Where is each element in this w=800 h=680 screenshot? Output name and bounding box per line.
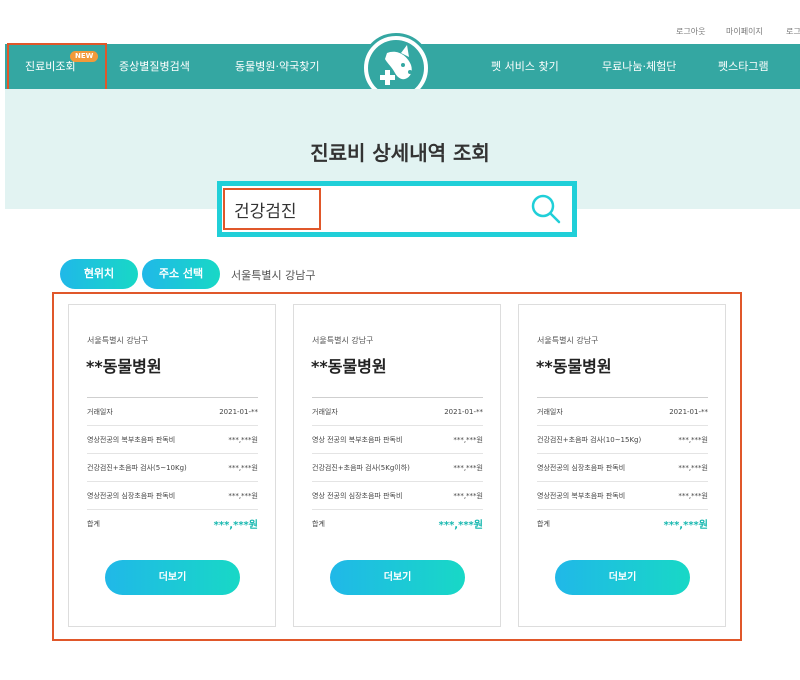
total-row: 합계 ***,***원 [312, 510, 483, 538]
nav-item-symptom-search[interactable]: 증상별질병검색 [119, 44, 190, 89]
row-value: ***,***원 [205, 481, 258, 510]
table-row: 거래일자 2021-01-** [312, 397, 483, 426]
total-value: ***,***원 [213, 520, 258, 532]
row-value: ***,***원 [656, 425, 708, 454]
hospital-name: **동물병원 [311, 357, 387, 376]
more-button[interactable]: 더보기 [555, 560, 690, 595]
row-value: ***,***원 [429, 425, 483, 454]
card-region: 서울특별시 강남구 [87, 336, 149, 345]
table-row: 거래일자 2021-01-** [537, 397, 708, 426]
total-label: 합계 [87, 519, 100, 528]
table-row: 영상 전공의 복부초음파 판독비 ***,***원 [312, 425, 483, 454]
row-label: 영상 전공의 복부초음파 판독비 [312, 425, 430, 454]
table-row: 거래일자 2021-01-** [87, 397, 258, 426]
row-value: ***,***원 [205, 425, 258, 454]
row-label: 영상전공의 복부초음파 판독비 [537, 481, 657, 510]
more-button[interactable]: 더보기 [330, 560, 465, 595]
hospital-card: 서울특별시 강남구 **동물병원 거래일자 2021-01-** 영상전공의 복부… [68, 304, 276, 627]
mypage-link[interactable]: 마이페이지 [726, 26, 763, 37]
logout-link[interactable]: 로그아웃 [676, 26, 705, 37]
row-label: 건강검진+초음파 검사(5Kg이하) [312, 453, 430, 482]
search-icon[interactable] [529, 193, 563, 225]
table-row: 건강검진+초음파 검사(10~15Kg) ***,***원 [537, 425, 708, 454]
row-label: 영상전공의 복부초음파 판독비 [87, 425, 206, 454]
nav-item-free-share[interactable]: 무료나눔·체험단 [602, 44, 676, 89]
table-row: 건강검진+초음파 검사(5~10Kg) ***,***원 [87, 453, 258, 482]
nav-item-hospital-pharmacy[interactable]: 동물병원·약국찾기 [235, 44, 319, 89]
row-label: 영상전공의 심장초음파 판독비 [87, 481, 206, 510]
table-row: 영상전공의 복부초음파 판독비 ***,***원 [537, 481, 708, 510]
card-region: 서울특별시 강남구 [312, 336, 374, 345]
row-value: ***,***원 [429, 453, 483, 482]
more-button[interactable]: 더보기 [105, 560, 240, 595]
selected-address: 서울특별시 강남구 [231, 269, 316, 282]
search-input[interactable] [223, 188, 321, 230]
fee-table: 거래일자 2021-01-** 영상 전공의 복부초음파 판독비 ***,***원 … [312, 397, 483, 538]
row-value: ***,***원 [205, 453, 258, 482]
hospital-card: 서울특별시 강남구 **동물병원 거래일자 2021-01-** 건강검진+초음파… [518, 304, 726, 627]
nav-item-pet-service[interactable]: 펫 서비스 찾기 [491, 44, 559, 89]
card-region: 서울특별시 강남구 [537, 336, 599, 345]
table-row: 건강검진+초음파 검사(5Kg이하) ***,***원 [312, 453, 483, 482]
row-value: 2021-01-** [429, 397, 483, 426]
hospital-name: **동물병원 [536, 357, 612, 376]
total-value: ***,***원 [663, 520, 708, 532]
total-row: 합계 ***,***원 [87, 510, 258, 538]
row-label: 영상 전공의 심장초음파 판독비 [312, 481, 430, 510]
row-label: 거래일자 [87, 397, 206, 426]
row-label: 건강검진+초음파 검사(5~10Kg) [87, 453, 206, 482]
table-row: 영상전공의 심장초음파 판독비 ***,***원 [537, 453, 708, 482]
row-label: 영상전공의 심장초음파 판독비 [537, 453, 657, 482]
row-value: ***,***원 [656, 453, 708, 482]
page-title: 진료비 상세내역 조회 [310, 141, 490, 165]
nav-highlight-box [7, 43, 107, 94]
row-value: 2021-01-** [656, 397, 708, 426]
hospital-card: 서울특별시 강남구 **동물병원 거래일자 2021-01-** 영상 전공의 복… [293, 304, 501, 627]
total-row: 합계 ***,***원 [537, 510, 708, 538]
utility-more-link[interactable]: 로그 [786, 26, 800, 37]
row-label: 건강검진+초음파 검사(10~15Kg) [537, 425, 657, 454]
address-select-button[interactable]: 주소 선택 [142, 259, 220, 289]
row-label: 거래일자 [537, 397, 657, 426]
table-row: 영상전공의 심장초음파 판독비 ***,***원 [87, 481, 258, 510]
nav-item-petstagram[interactable]: 펫스타그램 [718, 44, 769, 89]
fee-table: 거래일자 2021-01-** 영상전공의 복부초음파 판독비 ***,***원 건… [87, 397, 258, 538]
row-value: ***,***원 [429, 481, 483, 510]
table-row: 영상 전공의 심장초음파 판독비 ***,***원 [312, 481, 483, 510]
total-label: 합계 [537, 519, 550, 528]
table-row: 영상전공의 복부초음파 판독비 ***,***원 [87, 425, 258, 454]
row-label: 거래일자 [312, 397, 430, 426]
fee-table: 거래일자 2021-01-** 건강검진+초음파 검사(10~15Kg) ***,*… [537, 397, 708, 538]
row-value: 2021-01-** [205, 397, 258, 426]
total-label: 합계 [312, 519, 325, 528]
row-value: ***,***원 [656, 481, 708, 510]
total-value: ***,***원 [438, 520, 483, 532]
current-location-button[interactable]: 현위치 [60, 259, 138, 289]
hospital-name: **동물병원 [86, 357, 162, 376]
